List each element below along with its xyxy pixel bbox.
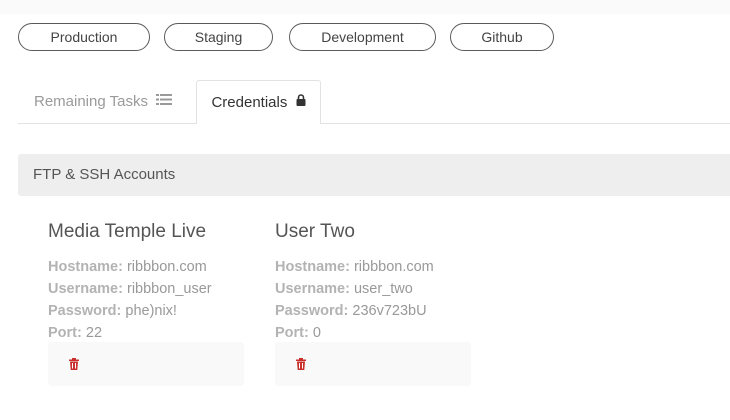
delete-account-button[interactable] [68,357,80,370]
port-label: Port: [275,325,309,341]
staging-button[interactable]: Staging [164,23,273,51]
password-value: 236v723bU [352,303,427,319]
hostname-value: ribbbon.com [126,259,207,275]
hostname-label: Hostname: [275,259,350,275]
port-value: 0 [312,325,321,341]
tab-remaining-tasks-label: Remaining Tasks [34,93,148,110]
password-label: Password: [275,303,349,319]
account-card: User Two Hostname: ribbbon.com Username:… [275,220,475,386]
top-band [0,0,730,14]
password-row: Password: phe)nix! [48,300,248,322]
account-actions [275,342,471,386]
tab-divider [18,123,730,124]
account-name: User Two [275,221,355,242]
hostname-label: Hostname: [48,259,123,275]
tab-remaining-tasks[interactable]: Remaining Tasks [34,79,173,123]
port-value: 22 [85,325,103,341]
production-button[interactable]: Production [18,23,150,51]
password-row: Password: 236v723bU [275,300,475,322]
username-label: Username: [275,281,350,297]
trash-icon [69,358,79,370]
tab-credentials-label: Credentials [211,94,288,111]
tab-bar: Remaining Tasks Credentials [18,80,730,124]
tasks-list-icon [156,79,173,122]
port-row: Port: 22 [48,322,248,344]
username-value: ribbbon_user [126,281,212,297]
username-label: Username: [48,281,123,297]
password-value: phe)nix! [125,303,177,319]
delete-account-button[interactable] [295,357,307,370]
trash-icon [296,358,306,370]
github-button[interactable]: Github [450,23,554,51]
password-label: Password: [48,303,122,319]
username-row: Username: user_two [275,278,475,300]
section-header: FTP & SSH Accounts [18,154,730,196]
development-button[interactable]: Development [289,23,436,51]
username-row: Username: ribbbon_user [48,278,248,300]
username-value: user_two [353,281,413,297]
hostname-value: ribbbon.com [353,259,434,275]
tab-credentials[interactable]: Credentials [196,80,321,124]
account-name: Media Temple Live [48,221,207,242]
port-label: Port: [48,325,82,341]
port-row: Port: 0 [275,322,475,344]
account-card: Media Temple Live Hostname: ribbbon.com … [48,220,248,386]
hostname-row: Hostname: ribbbon.com [48,256,248,278]
account-actions [48,342,244,386]
lock-icon [296,80,306,123]
hostname-row: Hostname: ribbbon.com [275,256,475,278]
